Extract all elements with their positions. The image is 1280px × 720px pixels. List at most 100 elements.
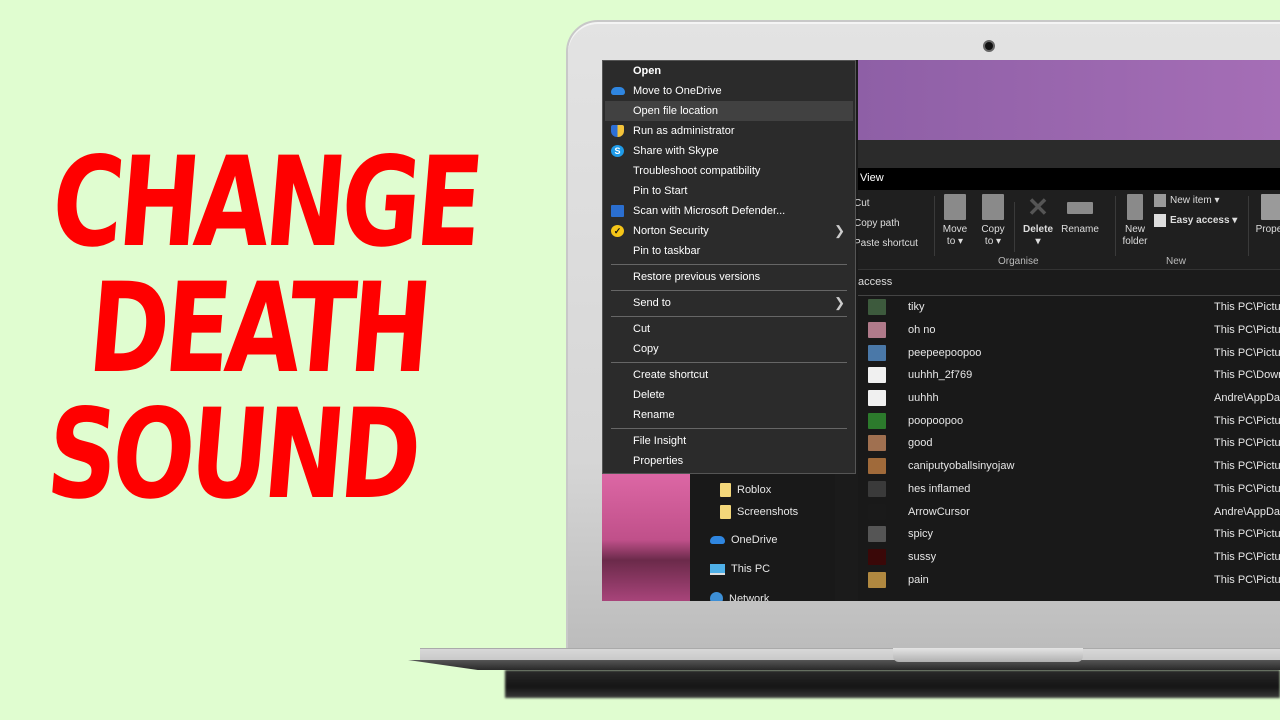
- menu-item-label: Scan with Microsoft Defender...: [633, 205, 786, 217]
- onedrive-icon: [611, 87, 625, 95]
- file-row[interactable]: sussy This PC\Pictu: [858, 546, 1280, 569]
- nav-item-screenshots[interactable]: Screenshots: [720, 505, 798, 519]
- tab-view[interactable]: View: [860, 172, 884, 184]
- new-folder-button[interactable]: New folder: [1118, 194, 1152, 248]
- new-folder-icon: [1127, 194, 1143, 220]
- file-row[interactable]: poopoopoo This PC\Pictu: [858, 409, 1280, 432]
- delete-button[interactable]: ✕ Delete ▾: [1020, 194, 1056, 248]
- file-location: This PC\Pictu: [1214, 437, 1280, 450]
- file-row[interactable]: caniputyoballsinyojaw This PC\Pictu: [858, 455, 1280, 478]
- menu-item-norton-security[interactable]: ✓ Norton Security ❯: [603, 221, 855, 241]
- menu-separator: [611, 428, 847, 429]
- laptop-base: [420, 648, 1280, 660]
- delete-x-icon: ✕: [1027, 192, 1049, 222]
- properties-icon: [1261, 194, 1280, 220]
- menu-item-scan-with-microsoft-defender[interactable]: Scan with Microsoft Defender...: [603, 201, 855, 221]
- menu-separator: [611, 362, 847, 363]
- file-thumbnail-icon: [868, 503, 886, 520]
- nav-item-roblox[interactable]: Roblox: [720, 483, 771, 497]
- menu-item-open[interactable]: Open: [603, 61, 855, 81]
- file-row[interactable]: hes inflamed This PC\Pictu: [858, 478, 1280, 501]
- file-row[interactable]: oh no This PC\Pictu: [858, 319, 1280, 342]
- menu-separator: [611, 290, 847, 291]
- menu-item-label: Move to OneDrive: [633, 85, 722, 97]
- menu-item-label: Copy: [633, 343, 659, 355]
- skype-icon: S: [611, 145, 624, 157]
- file-row[interactable]: peepeepoopoo This PC\Pictu: [858, 341, 1280, 364]
- file-location: Andre\AppDa: [1214, 505, 1280, 518]
- nav-item-network[interactable]: Network: [710, 592, 769, 601]
- quick-access-label[interactable]: access: [858, 276, 892, 288]
- menu-item-run-as-administrator[interactable]: Run as administrator: [603, 121, 855, 141]
- menu-item-delete[interactable]: Delete: [603, 385, 855, 405]
- file-row[interactable]: pain This PC\Pictu: [858, 568, 1280, 591]
- ribbon-divider: [934, 196, 935, 256]
- easy-access-icon: [1154, 214, 1166, 227]
- menu-item-label: Create shortcut: [633, 369, 709, 381]
- file-explorer-window: View Cut Copy path Paste shortcut Move t…: [854, 140, 1280, 601]
- menu-item-open-file-location[interactable]: Open file location: [605, 101, 853, 121]
- menu-item-label: Open: [633, 65, 662, 77]
- onedrive-icon: [710, 536, 725, 544]
- menu-item-cut[interactable]: Cut: [603, 319, 855, 339]
- defender-icon: [611, 205, 624, 217]
- norton-icon: ✓: [611, 225, 624, 237]
- file-row[interactable]: spicy This PC\Pictu: [858, 523, 1280, 546]
- file-row[interactable]: uuhhh Andre\AppDa: [858, 387, 1280, 410]
- chevron-right-icon: ❯: [834, 295, 845, 310]
- menu-item-pin-to-taskbar[interactable]: Pin to taskbar: [603, 241, 855, 261]
- menu-item-label: Properties: [633, 455, 684, 467]
- menu-item-label: Norton Security: [633, 225, 709, 237]
- copy-path-button[interactable]: Copy path: [854, 214, 918, 234]
- menu-item-share-with-skype[interactable]: S Share with Skype: [603, 141, 855, 161]
- menu-item-troubleshoot-compatibility[interactable]: Troubleshoot compatibility: [603, 161, 855, 181]
- file-location: This PC\Pictu: [1214, 550, 1280, 563]
- move-to-button[interactable]: Move to ▾: [940, 194, 970, 248]
- explorer-titlebar[interactable]: [858, 140, 1280, 168]
- nav-item-onedrive[interactable]: OneDrive: [710, 534, 777, 546]
- copy-to-button[interactable]: Copy to ▾: [978, 194, 1008, 248]
- file-thumbnail-icon: [868, 458, 886, 475]
- menu-item-copy[interactable]: Copy: [603, 339, 855, 359]
- menu-item-pin-to-start[interactable]: Pin to Start: [603, 181, 855, 201]
- rename-button[interactable]: Rename: [1060, 194, 1100, 236]
- ribbon-divider: [1115, 196, 1116, 256]
- title-line-2: DEATH: [83, 257, 433, 401]
- file-thumbnail-icon: [868, 367, 886, 384]
- quick-access-header: access: [858, 270, 1280, 296]
- menu-separator: [611, 264, 847, 265]
- file-location: Andre\AppDa: [1214, 392, 1280, 405]
- menu-item-rename[interactable]: Rename: [603, 405, 855, 425]
- nav-item-this-pc[interactable]: This PC: [710, 563, 770, 575]
- menu-item-label: Restore previous versions: [633, 271, 761, 283]
- file-thumbnail-icon: [868, 435, 886, 452]
- file-location: This PC\Pictu: [1214, 414, 1280, 427]
- new-item-button[interactable]: New item ▾: [1154, 194, 1219, 207]
- move-to-icon: [944, 194, 966, 220]
- laptop-base-edge: [408, 660, 1280, 670]
- file-thumbnail-icon: [868, 526, 886, 543]
- webcam-icon: [983, 40, 995, 52]
- menu-item-create-shortcut[interactable]: Create shortcut: [603, 365, 855, 385]
- context-menu: Open Move to OneDrive Open file location Ru…: [602, 60, 856, 474]
- menu-item-restore-previous-versions[interactable]: Restore previous versions: [603, 267, 855, 287]
- menu-item-label: Send to: [633, 297, 671, 309]
- menu-item-label: Troubleshoot compatibility: [633, 165, 761, 177]
- title-line-1: CHANGE: [46, 131, 484, 275]
- easy-access-button[interactable]: Easy access ▾: [1154, 214, 1237, 227]
- new-group-label: New: [1166, 256, 1187, 267]
- paste-shortcut-button[interactable]: Paste shortcut: [854, 234, 918, 254]
- menu-item-send-to[interactable]: Send to ❯: [603, 293, 855, 313]
- file-row[interactable]: good This PC\Pictu: [858, 432, 1280, 455]
- title-line-3: SOUND: [41, 383, 422, 527]
- cut-button[interactable]: Cut: [854, 194, 918, 214]
- file-row[interactable]: ArrowCursor Andre\AppDa: [858, 500, 1280, 523]
- menu-item-properties[interactable]: Properties: [603, 451, 855, 471]
- menu-item-file-insight[interactable]: File Insight: [603, 431, 855, 451]
- menu-item-move-to-onedrive[interactable]: Move to OneDrive: [603, 81, 855, 101]
- menu-item-label: Rename: [633, 409, 675, 421]
- file-row[interactable]: uuhhh_2f769 This PC\Down: [858, 364, 1280, 387]
- file-row[interactable]: tiky This PC\Pictu: [858, 296, 1280, 319]
- organise-group-label: Organise: [998, 256, 1039, 267]
- properties-button[interactable]: Propert: [1252, 194, 1280, 236]
